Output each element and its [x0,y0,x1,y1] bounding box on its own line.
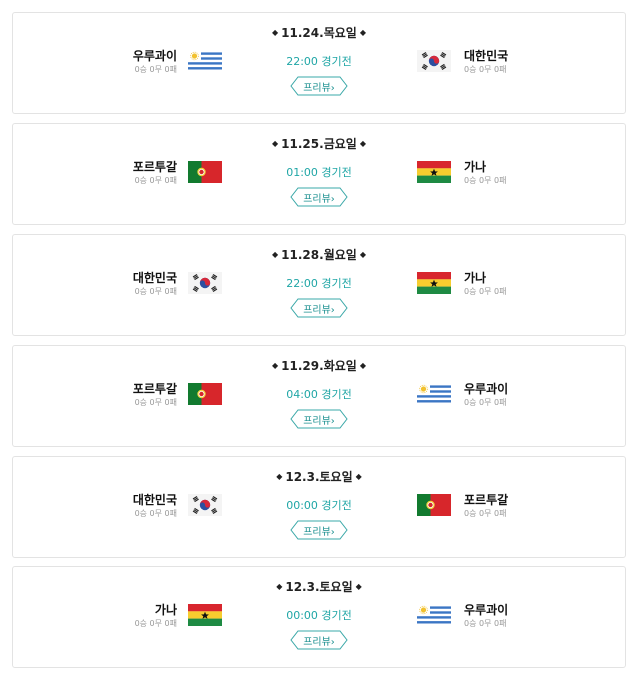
away-team-record: 0승 0무 0패 [464,287,507,296]
preview-label-text: 프리뷰 [303,305,331,316]
away-team-name: 가나 [464,271,487,285]
diamond-icon: ◆ [272,361,279,370]
uruguay-flag-icon [417,383,451,405]
match-date: ◆ 12.3.토요일 ◆ [13,578,625,595]
diamond-icon: ◆ [272,139,279,148]
preview-label: 프리뷰› [290,633,348,648]
ghana-flag-icon [417,161,451,183]
match-date-text: 11.28.월요일 [281,248,357,262]
away-team: 가나 0승 0무 0패 [464,271,506,298]
diamond-icon: ◆ [359,361,366,370]
preview-label: 프리뷰› [290,301,348,316]
preview-label-text: 프리뷰 [303,194,331,205]
match-date: ◆ 12.3.토요일 ◆ [13,468,625,485]
match-card: ◆ 11.29.화요일 ◆ 포르투갈 0승 0무 0패 04:00 경기전 우루과이… [12,345,626,447]
match-card: ◆ 12.3.토요일 ◆ 대한민국 0승 0무 0패 00:00 경기전 포르투갈 … [12,456,626,558]
chevron-right-icon: › [330,194,335,205]
away-team: 우루과이 0승 0무 0패 [464,382,508,409]
match-date: ◆ 11.25.금요일 ◆ [13,135,625,152]
chevron-right-icon: › [330,527,335,538]
chevron-right-icon: › [330,305,335,316]
match-date-text: 11.25.금요일 [281,137,357,151]
preview-button[interactable]: 프리뷰› [290,409,348,429]
uruguay-flag-icon [417,604,451,626]
match-date: ◆ 11.28.월요일 ◆ [13,246,625,263]
preview-label: 프리뷰› [290,190,348,205]
match-date-text: 12.3.토요일 [285,470,353,484]
preview-button[interactable]: 프리뷰› [290,630,348,650]
match-card: ◆ 11.25.금요일 ◆ 포르투갈 0승 0무 0패 01:00 경기전 가나 0… [12,123,626,225]
away-team-name: 우루과이 [464,603,509,617]
preview-button[interactable]: 프리뷰› [290,76,348,96]
match-schedule-list: ◆ 11.24.목요일 ◆ 우루과이 0승 0무 0패 22:00 경기전 대한민국… [0,0,642,688]
chevron-right-icon: › [330,416,335,427]
away-team-name: 대한민국 [464,49,509,63]
diamond-icon: ◆ [355,472,362,481]
diamond-icon: ◆ [355,582,362,591]
match-date-text: 11.24.목요일 [281,26,357,40]
preview-label-text: 프리뷰 [303,83,331,94]
away-team-record: 0승 0무 0패 [464,619,507,628]
away-team-record: 0승 0무 0패 [464,65,507,74]
match-card: ◆ 11.28.월요일 ◆ 대한민국 0승 0무 0패 22:00 경기전 가나 0… [12,234,626,336]
away-team-record: 0승 0무 0패 [464,176,507,185]
match-time: 22:00 경기전 [286,277,352,290]
match-time: 22:00 경기전 [286,55,352,68]
preview-button[interactable]: 프리뷰› [290,298,348,318]
match-time: 04:00 경기전 [286,388,352,401]
away-team-name: 포르투갈 [464,493,509,507]
preview-button[interactable]: 프리뷰› [290,520,348,540]
away-team-record: 0승 0무 0패 [464,398,507,407]
away-team: 우루과이 0승 0무 0패 [464,603,508,630]
match-time: 01:00 경기전 [286,166,352,179]
away-team: 포르투갈 0승 0무 0패 [464,493,508,520]
preview-label: 프리뷰› [290,412,348,427]
preview-button[interactable]: 프리뷰› [290,187,348,207]
korea-flag-icon [417,50,451,72]
away-team-name: 우루과이 [464,382,509,396]
preview-label: 프리뷰› [290,523,348,538]
diamond-icon: ◆ [272,250,279,259]
preview-label-text: 프리뷰 [303,416,331,427]
match-date: ◆ 11.29.화요일 ◆ [13,357,625,374]
diamond-icon: ◆ [359,250,366,259]
away-team: 대한민국 0승 0무 0패 [464,49,508,76]
diamond-icon: ◆ [272,28,279,37]
preview-label-text: 프리뷰 [303,527,331,538]
diamond-icon: ◆ [359,139,366,148]
preview-label-text: 프리뷰 [303,637,331,648]
diamond-icon: ◆ [276,582,283,591]
diamond-icon: ◆ [276,472,283,481]
away-team-name: 가나 [464,160,487,174]
portugal-flag-icon [417,494,451,516]
match-time: 00:00 경기전 [286,499,352,512]
match-date-text: 11.29.화요일 [281,359,357,373]
diamond-icon: ◆ [359,28,366,37]
away-team: 가나 0승 0무 0패 [464,160,506,187]
chevron-right-icon: › [330,637,335,648]
match-date: ◆ 11.24.목요일 ◆ [13,24,625,41]
match-card: ◆ 12.3.토요일 ◆ 가나 0승 0무 0패 00:00 경기전 우루과이 0승… [12,566,626,668]
match-card: ◆ 11.24.목요일 ◆ 우루과이 0승 0무 0패 22:00 경기전 대한민국… [12,12,626,114]
away-team-record: 0승 0무 0패 [464,509,507,518]
preview-label: 프리뷰› [290,79,348,94]
match-date-text: 12.3.토요일 [285,580,353,594]
ghana-flag-icon [417,272,451,294]
match-time: 00:00 경기전 [286,609,352,622]
chevron-right-icon: › [330,83,335,94]
